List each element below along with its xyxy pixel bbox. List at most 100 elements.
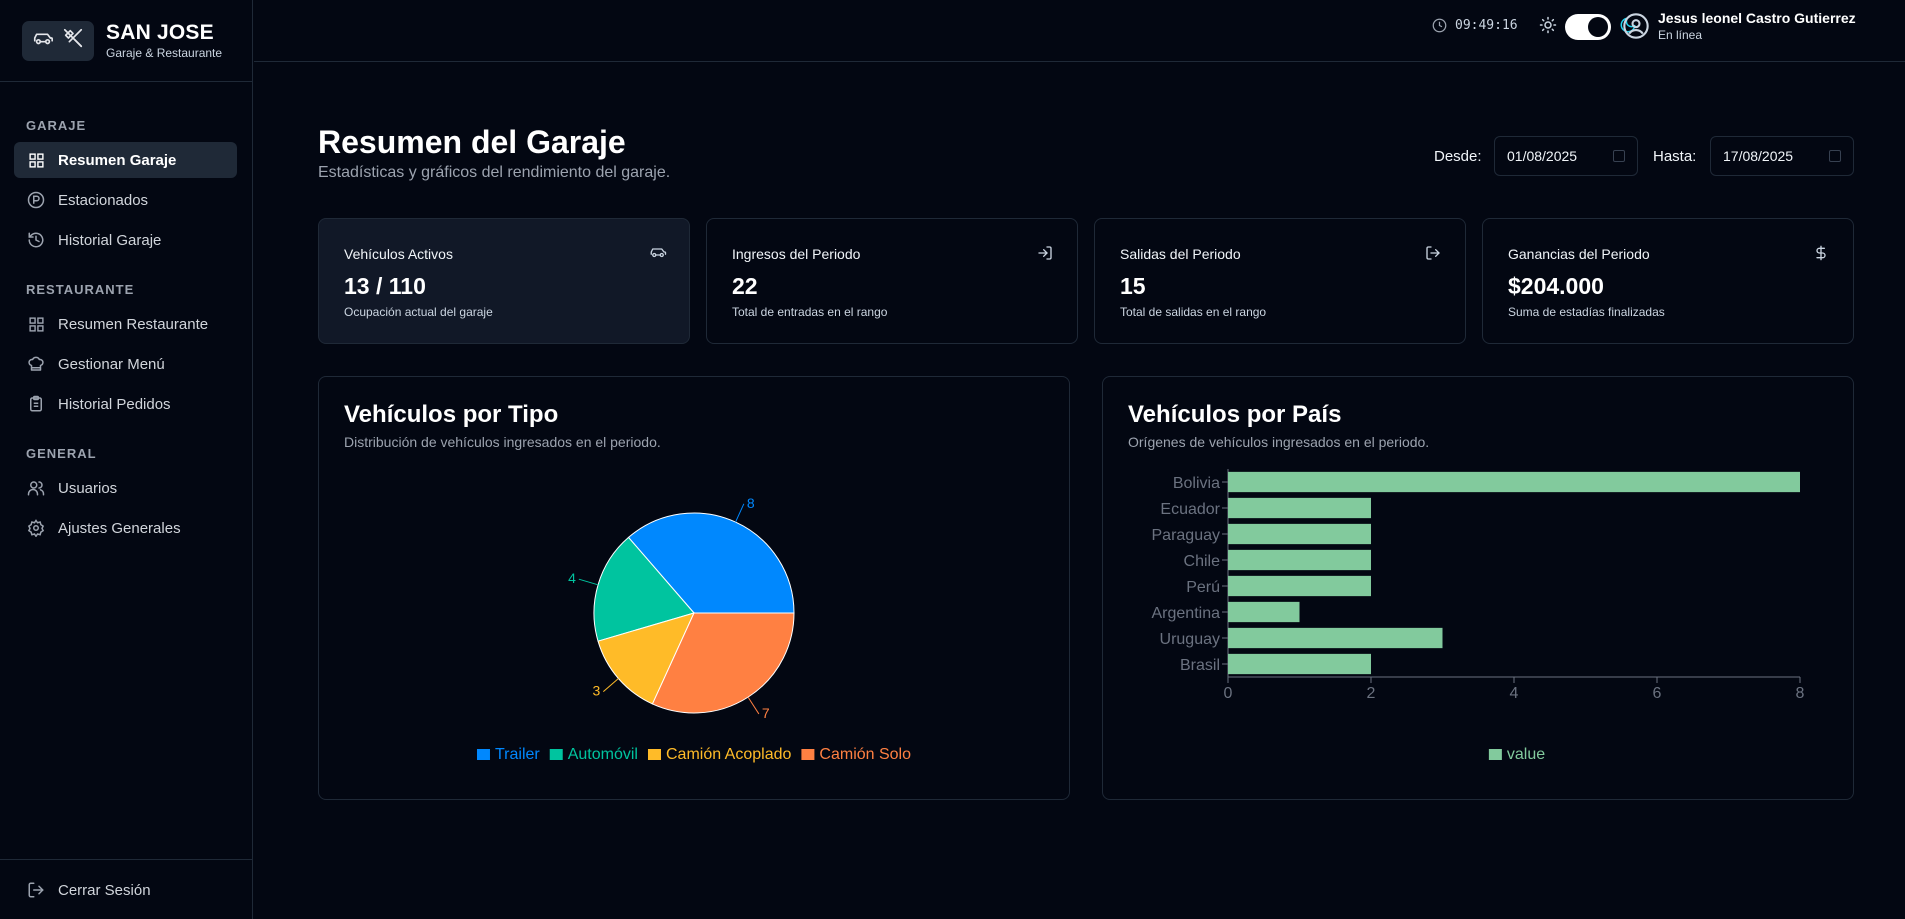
card-title: Salidas del Periodo (1120, 246, 1241, 262)
section-garaje: GARAJE (26, 118, 87, 133)
legend-label: Trailer (495, 746, 540, 763)
logout-label: Cerrar Sesión (58, 881, 151, 899)
parking-icon (27, 191, 45, 209)
logout-button[interactable]: Cerrar Sesión (14, 872, 237, 908)
page-subtitle: Estadísticas y gráficos del rendimiento … (318, 164, 671, 181)
legend-item[interactable]: Automóvil (549, 746, 638, 763)
clock-time: 09:49:16 (1455, 18, 1518, 33)
from-date-value: 01/08/2025 (1507, 148, 1578, 164)
y-tick-label: Brasil (1180, 657, 1220, 674)
bar-3[interactable] (1228, 549, 1371, 571)
card-title: Vehículos Activos (344, 246, 453, 262)
y-tick-label: Argentina (1152, 605, 1221, 622)
sidebar-item-historial-pedidos[interactable]: Historial Pedidos (14, 386, 237, 422)
to-date-value: 17/08/2025 (1723, 148, 1794, 164)
logout-icon (1425, 245, 1443, 263)
bar-legend[interactable]: value (1488, 746, 1545, 763)
panel-vehiculos-por-pais: Vehículos por País Orígenes de vehículos… (1102, 376, 1854, 800)
legend-swatch (801, 749, 815, 760)
card-value: 22 (732, 273, 758, 299)
bar-chart: Bolivia Ecuador Paraguay Chile Perú Argentina… (1152, 469, 1805, 763)
bar-7[interactable] (1228, 653, 1371, 675)
grid-icon (27, 315, 45, 333)
history-icon (27, 231, 45, 249)
y-tick-label: Ecuador (1160, 501, 1220, 518)
brand-name: SAN JOSE (106, 20, 214, 44)
pie-value-label: 3 (593, 683, 601, 699)
sidebar-item-ajustes-generales[interactable]: Ajustes Generales (14, 510, 237, 546)
sidebar-item-gestionar-menu[interactable]: Gestionar Menú (14, 346, 237, 382)
logout-icon (27, 881, 45, 899)
bar-6[interactable] (1228, 627, 1443, 649)
calendar-icon[interactable] (1613, 150, 1625, 162)
car-icon (649, 245, 667, 263)
panel-subtitle: Distribución de vehículos ingresados en … (344, 434, 661, 450)
card-ingresos: Ingresos del Periodo 22 Total de entrada… (706, 218, 1078, 344)
car-icon (32, 30, 54, 51)
legend-item[interactable]: Camión Acoplado (647, 746, 792, 763)
toggle-knob (1588, 17, 1608, 37)
theme-toggle[interactable] (1565, 14, 1611, 40)
y-tick-label: Paraguay (1152, 527, 1221, 544)
sidebar-item-usuarios[interactable]: Usuarios (14, 470, 237, 506)
bar-0[interactable] (1228, 471, 1800, 493)
pie-label-line (747, 696, 760, 715)
x-tick-label: 8 (1796, 685, 1805, 702)
to-date-input[interactable]: 17/08/2025 (1710, 136, 1854, 176)
chef-hat-icon (27, 355, 45, 373)
card-desc: Total de entradas en el rango (732, 305, 888, 319)
legend-label: Camión Acoplado (666, 746, 792, 763)
dollar-icon (1813, 245, 1831, 263)
sidebar-item-label: Ajustes Generales (58, 519, 181, 537)
pie-label-line (578, 578, 599, 586)
pie-label-line (602, 678, 619, 692)
users-icon (27, 479, 45, 497)
bar-1[interactable] (1228, 497, 1371, 519)
pie-value-label: 4 (568, 570, 576, 586)
panel-title: Vehículos por País (1128, 401, 1342, 428)
bar-4[interactable] (1228, 575, 1371, 597)
sidebar-item-resumen-restaurante[interactable]: Resumen Restaurante (14, 306, 237, 342)
sidebar-item-estacionados[interactable]: Estacionados (14, 182, 237, 218)
sidebar-item-label: Historial Pedidos (58, 395, 171, 413)
sidebar-item-label: Usuarios (58, 479, 118, 497)
sidebar-item-historial-garaje[interactable]: Historial Garaje (14, 222, 237, 258)
calendar-icon[interactable] (1829, 150, 1841, 162)
card-desc: Suma de estadías finalizadas (1508, 305, 1665, 319)
legend-swatch (1488, 749, 1502, 760)
legend-item[interactable]: Trailer (476, 746, 540, 763)
user-status: En línea (1658, 28, 1703, 42)
pie-label-line (735, 503, 745, 523)
legend-swatch (476, 749, 490, 760)
card-title: Ingresos del Periodo (732, 246, 861, 262)
x-tick-label: 6 (1653, 685, 1662, 702)
card-desc: Total de salidas en el rango (1120, 305, 1267, 319)
x-tick-label: 4 (1510, 685, 1519, 702)
x-tick-label: 2 (1367, 685, 1376, 702)
panel-subtitle: Orígenes de vehículos ingresados en el p… (1128, 434, 1430, 450)
legend-label: Camión Solo (819, 746, 911, 763)
bar-5[interactable] (1228, 601, 1300, 623)
legend-item[interactable]: Camión Solo (801, 746, 911, 763)
grid-icon (27, 151, 45, 169)
topbar: 09:49:16 Jesus leonel Castro Gutierrez E… (254, 0, 1905, 62)
login-icon (1037, 245, 1055, 263)
to-label: Hasta: (1653, 148, 1697, 165)
brand-subtitle: Garaje & Restaurante (106, 45, 223, 60)
x-tick-label: 0 (1224, 685, 1233, 702)
from-label: Desde: (1434, 148, 1482, 165)
pie-chart: 8 4 3 7 Trailer Automóvil Camión Acoplado Camió… (476, 495, 911, 763)
brand-logo (22, 20, 94, 61)
from-date-input[interactable]: 01/08/2025 (1494, 136, 1638, 176)
legend-label: value (1507, 746, 1545, 763)
section-restaurante: RESTAURANTE (26, 282, 135, 297)
section-general: GENERAL (26, 446, 97, 461)
y-tick-label: Perú (1186, 579, 1220, 596)
user-avatar-icon (1622, 12, 1650, 40)
sidebar-item-resumen-garaje[interactable]: Resumen Garaje (14, 142, 237, 178)
bar-2[interactable] (1228, 523, 1371, 545)
card-title: Ganancias del Periodo (1508, 246, 1650, 262)
card-value: 15 (1120, 273, 1146, 299)
user-menu[interactable]: Jesus leonel Castro Gutierrez En línea (1622, 10, 1856, 42)
sidebar-footer: Cerrar Sesión (0, 859, 253, 919)
